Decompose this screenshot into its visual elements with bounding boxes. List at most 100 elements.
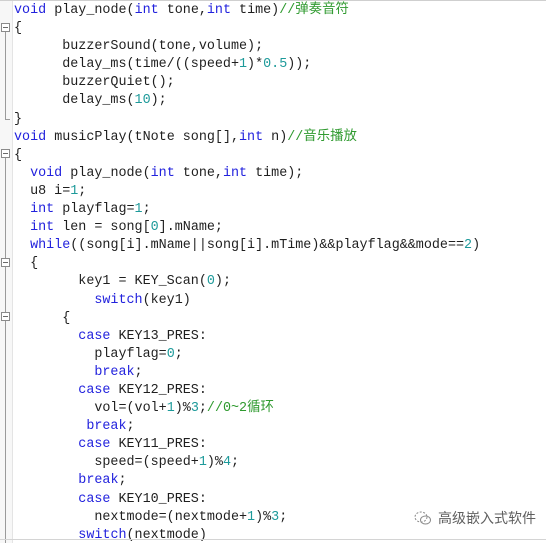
code-line[interactable]: case KEY13_PRES: — [14, 328, 480, 346]
code-text: ); — [150, 93, 167, 109]
code-text: ; — [118, 473, 127, 489]
code-line[interactable]: void play_node(int tone,int time)//弹奏音符 — [14, 2, 480, 20]
code-keyword: switch — [94, 292, 143, 308]
code-line[interactable]: break; — [14, 472, 480, 490]
code-keyword: case — [78, 437, 111, 453]
code-text: tone, — [174, 165, 223, 181]
code-text: { — [14, 256, 39, 272]
code-line[interactable]: } — [14, 111, 480, 129]
code-number: 1 — [247, 509, 256, 525]
code-keyword: while — [30, 238, 71, 254]
fold-collapse-icon[interactable] — [1, 23, 10, 32]
code-line[interactable]: u8 i=1; — [14, 183, 480, 201]
code-line[interactable]: { — [14, 310, 480, 328]
code-text: KEY12_PRES: — [110, 382, 207, 398]
code-text: )); — [287, 57, 312, 73]
code-text: ; — [142, 202, 151, 218]
watermark-text: 高级嵌入式软件 — [438, 511, 536, 527]
fold-collapse-icon[interactable] — [1, 149, 10, 158]
code-line[interactable]: while((song[i].mName||song[i].mTime)&&pl… — [14, 237, 480, 255]
code-line[interactable]: { — [14, 147, 480, 165]
code-number: 3 — [190, 401, 199, 417]
code-text: u8 i= — [14, 183, 71, 199]
code-line[interactable]: delay_ms(time/((speed+1)*0.5)); — [14, 56, 480, 74]
code-text: time) — [231, 3, 280, 18]
code-text: KEY10_PRES: — [110, 491, 207, 507]
code-number: 1 — [198, 455, 207, 471]
fold-collapse-icon[interactable] — [1, 312, 10, 321]
code-line[interactable]: nextmode=(nextmode+1)%3; — [14, 509, 480, 527]
code-comment: //0~2循环 — [206, 401, 274, 417]
code-text: playflag= — [14, 346, 167, 362]
code-keyword: case — [78, 382, 111, 398]
code-line[interactable]: key1 = KEY_Scan(0); — [14, 273, 480, 291]
code-text: (nextmode) — [126, 527, 207, 543]
code-lines[interactable]: void play_node(int tone,int time)//弹奏音符{… — [14, 2, 480, 545]
code-text: (key1) — [142, 292, 191, 308]
code-text: buzzerSound(tone,volume); — [14, 39, 264, 55]
code-line[interactable]: int len = song[0].mName; — [14, 219, 480, 237]
code-text: ((song[i].mName||song[i].mTime)&&playfla… — [70, 238, 465, 254]
fold-collapse-icon[interactable] — [1, 258, 10, 267]
code-text: } — [14, 111, 23, 127]
code-text: delay_ms( — [14, 93, 135, 109]
code-line[interactable]: switch(nextmode) — [14, 527, 480, 545]
code-text: )% — [206, 455, 223, 471]
code-text: vol=(vol+ — [14, 401, 167, 417]
code-text: playflag= — [54, 202, 135, 218]
code-text: )* — [247, 57, 264, 73]
code-number: 1 — [239, 57, 248, 73]
code-number: 1 — [134, 202, 143, 218]
code-text: time); — [247, 165, 304, 181]
code-text: ; — [231, 455, 240, 471]
code-line[interactable]: break; — [14, 418, 480, 436]
code-line[interactable]: speed=(speed+1)%4; — [14, 454, 480, 472]
code-comment: //弹奏音符 — [279, 3, 349, 18]
code-line[interactable]: playflag=0; — [14, 346, 480, 364]
code-line[interactable]: switch(key1) — [14, 292, 480, 310]
code-text: nextmode=(nextmode+ — [14, 509, 248, 525]
code-line[interactable]: buzzerSound(tone,volume); — [14, 38, 480, 56]
code-line[interactable]: { — [14, 255, 480, 273]
code-line[interactable]: vol=(vol+1)%3;//0~2循环 — [14, 400, 480, 418]
code-number: 0 — [166, 346, 175, 362]
code-keyword: void — [14, 129, 47, 145]
code-text: play_node( — [46, 3, 135, 18]
code-keyword: int — [30, 202, 55, 218]
code-line[interactable]: buzzerQuiet(); — [14, 74, 480, 92]
code-editor[interactable]: void play_node(int tone,int time)//弹奏音符{… — [0, 0, 546, 545]
code-line[interactable]: case KEY11_PRES: — [14, 436, 480, 454]
code-line[interactable]: break; — [14, 364, 480, 382]
code-keyword: void — [14, 3, 47, 18]
code-keyword: break — [78, 473, 119, 489]
code-text: key1 = KEY_Scan( — [14, 274, 207, 290]
code-keyword: case — [78, 491, 111, 507]
code-text: ; — [78, 183, 87, 199]
code-keyword: void — [30, 165, 63, 181]
code-line[interactable]: { — [14, 20, 480, 38]
code-line[interactable]: case KEY10_PRES: — [14, 491, 480, 509]
code-keyword: break — [86, 419, 127, 435]
code-keyword: int — [239, 129, 264, 145]
code-line[interactable]: void musicPlay(tNote song[],int n)//音乐播放 — [14, 129, 480, 147]
code-keyword: break — [94, 364, 135, 380]
code-text: { — [14, 310, 71, 326]
code-text: KEY13_PRES: — [110, 328, 207, 344]
code-line[interactable]: int playflag=1; — [14, 201, 480, 219]
code-text: ) — [472, 238, 481, 254]
code-text: tone, — [158, 3, 207, 18]
fold-line — [5, 158, 6, 543]
code-line[interactable]: void play_node(int tone,int time); — [14, 165, 480, 183]
code-text: ; — [134, 364, 143, 380]
code-text: musicPlay(tNote song[], — [46, 129, 240, 145]
code-number: 1 — [166, 401, 175, 417]
code-line[interactable]: delay_ms(10); — [14, 92, 480, 110]
code-line[interactable]: case KEY12_PRES: — [14, 382, 480, 400]
